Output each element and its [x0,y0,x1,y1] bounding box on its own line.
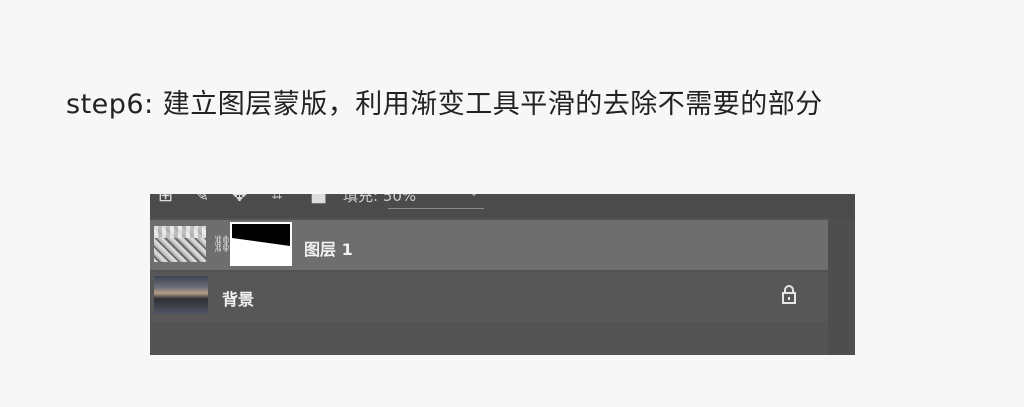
artboard-icon[interactable]: ⌗ [272,194,282,206]
layer-row-background[interactable]: 背景 [150,272,828,322]
chevron-down-icon[interactable]: ⌄ [468,194,480,200]
fill-value[interactable]: 50% [383,194,416,205]
move-icon[interactable]: ✥ [232,194,247,206]
layer-name[interactable]: 图层 1 [304,236,353,260]
lock-icon[interactable] [780,285,798,305]
background-thumbnail[interactable] [154,276,208,314]
brush-icon[interactable]: ✎ [194,194,209,206]
layers-panel: ⊞ ✎ ✥ ⌗ ■ 填充: 50% ⌄ ⛓ 图层 1 背景 [150,194,855,355]
fill-label-text: 填充: [343,194,379,205]
lock-all-icon[interactable]: ■ [310,194,327,206]
lock-transparency-icon[interactable]: ⊞ [158,194,173,206]
step-caption: step6: 建立图层蒙版，利用渐变工具平滑的去除不需要的部分 [66,89,823,120]
layer-mask-thumbnail[interactable] [230,222,292,266]
fill-label: 填充: 50% [343,194,416,206]
layer-thumbnail[interactable] [154,226,206,262]
layers-lock-toolbar: ⊞ ✎ ✥ ⌗ ■ 填充: 50% ⌄ [150,194,855,218]
scrollbar[interactable] [828,218,855,355]
layer-row-layer1[interactable]: ⛓ 图层 1 [150,220,828,270]
background-layer-name[interactable]: 背景 [222,286,254,310]
mask-gradient-shape [232,224,290,264]
fill-slider-line[interactable] [388,208,484,209]
